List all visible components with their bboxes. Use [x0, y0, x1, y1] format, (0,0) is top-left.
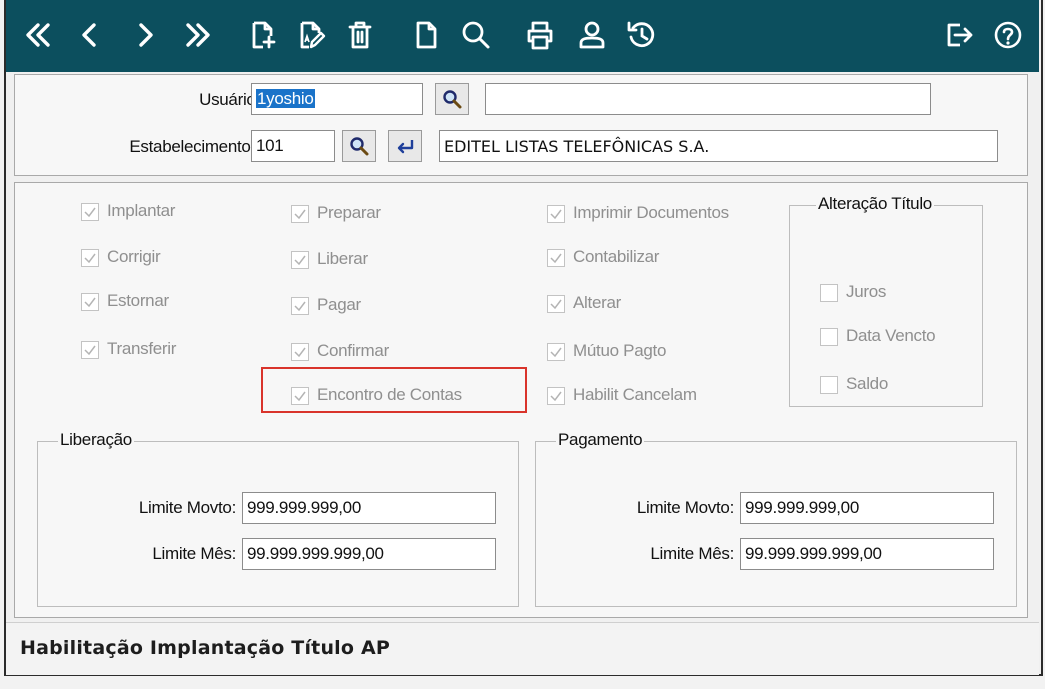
help-icon[interactable] [990, 17, 1026, 53]
print-icon[interactable] [522, 17, 558, 53]
liberacao-group: Liberação Limite Movto: 999.999.999,00 L… [37, 430, 519, 607]
pagamento-limite-mes-input[interactable]: 99.999.999.999,00 [740, 538, 994, 570]
checkbox-label: Confirmar [317, 341, 389, 360]
pagamento-limite-mes-label: Limite Mês: [650, 544, 734, 563]
check-icon [550, 209, 562, 220]
checkbox-label: Corrigir [107, 247, 161, 266]
pagamento-group: Pagamento Limite Movto: 999.999.999,00 L… [535, 430, 1017, 607]
check-icon [550, 299, 562, 310]
new-record-icon[interactable] [244, 17, 280, 53]
user-icon[interactable] [574, 17, 610, 53]
check-icon [84, 253, 96, 264]
check-icon [294, 301, 306, 312]
usuario-input[interactable]: 1yoshio [251, 83, 423, 115]
check-icon [550, 391, 562, 402]
checkbox-label: Habilit Cancelam [573, 385, 697, 404]
checkbox-label: Preparar [317, 203, 381, 222]
edit-record-icon[interactable] [292, 17, 328, 53]
pagamento-limite-movto-label: Limite Movto: [636, 498, 734, 517]
usuario-value: 1yoshio [256, 89, 315, 108]
check-icon [84, 207, 96, 218]
checkbox-label: Contabilizar [573, 247, 660, 266]
checkbox-label: Mútuo Pagto [573, 341, 667, 360]
alteracao-titulo-title: Alteração Título [816, 194, 934, 214]
last-record-icon[interactable] [180, 17, 216, 53]
checkbox-label: Pagar [317, 295, 361, 314]
next-record-icon[interactable] [128, 17, 164, 53]
exit-icon[interactable] [940, 17, 976, 53]
alteracao-titulo-group: Alteração Título Juros Data Vencto Saldo [789, 194, 983, 407]
checkbox-label: Transferir [107, 339, 177, 358]
checkbox-label: Estornar [107, 291, 169, 310]
checkbox-label: Saldo [846, 374, 888, 393]
estabelecimento-input[interactable]: 101 [251, 130, 335, 162]
checkbox-label: Alterar [573, 293, 621, 312]
checkbox-label: Liberar [317, 249, 368, 268]
usuario-search-button[interactable] [435, 83, 469, 115]
delete-icon[interactable] [342, 17, 378, 53]
check-icon [294, 209, 306, 220]
search-icon[interactable] [458, 17, 494, 53]
liberacao-title: Liberação [58, 430, 134, 450]
header-panel: Usuário: 1yoshio Estabelecimento: 101 ED… [14, 74, 1028, 176]
check-icon [84, 345, 96, 356]
estabelecimento-label: Estabelecimento: [129, 137, 255, 156]
app-window: Usuário: 1yoshio Estabelecimento: 101 ED… [0, 0, 1045, 689]
estabelecimento-name-field[interactable]: EDITEL LISTAS TELEFÔNICAS S.A. [439, 130, 998, 162]
checkbox-label: Data Vencto [846, 326, 936, 345]
liberacao-limite-movto-input[interactable]: 999.999.999,00 [242, 492, 496, 524]
checkbox-label: Implantar [107, 201, 176, 220]
check-icon [294, 255, 306, 266]
magnifier-icon [350, 137, 369, 156]
status-text: Habilitação Implantação Título AP [20, 637, 390, 659]
check-icon [550, 347, 562, 358]
liberacao-limite-mes-label: Limite Mês: [152, 544, 236, 563]
check-icon [294, 347, 306, 358]
liberacao-limite-mes-input[interactable]: 99.999.999.999,00 [242, 538, 496, 570]
magnifier-icon [443, 90, 462, 109]
toolbar [6, 0, 1039, 72]
estabelecimento-return-button[interactable] [388, 130, 422, 162]
blank-document-icon[interactable] [408, 17, 444, 53]
estabelecimento-search-button[interactable] [342, 130, 376, 162]
highlight-box [261, 367, 527, 413]
enter-arrow-icon [397, 140, 414, 154]
permissions-panel: Implantar Corrigir Estornar Transferir P… [14, 182, 1028, 618]
first-record-icon[interactable] [20, 17, 56, 53]
history-icon[interactable] [624, 17, 660, 53]
check-icon [84, 297, 96, 308]
checkbox-label: Imprimir Documentos [573, 203, 729, 222]
usuario-name-field[interactable] [485, 83, 931, 115]
check-icon [550, 253, 562, 264]
pagamento-limite-movto-input[interactable]: 999.999.999,00 [740, 492, 994, 524]
liberacao-limite-movto-label: Limite Movto: [138, 498, 236, 517]
pagamento-title: Pagamento [556, 430, 645, 450]
status-bar: Habilitação Implantação Título AP [6, 622, 1039, 675]
previous-record-icon[interactable] [72, 17, 108, 53]
checkbox-label: Juros [846, 282, 887, 301]
